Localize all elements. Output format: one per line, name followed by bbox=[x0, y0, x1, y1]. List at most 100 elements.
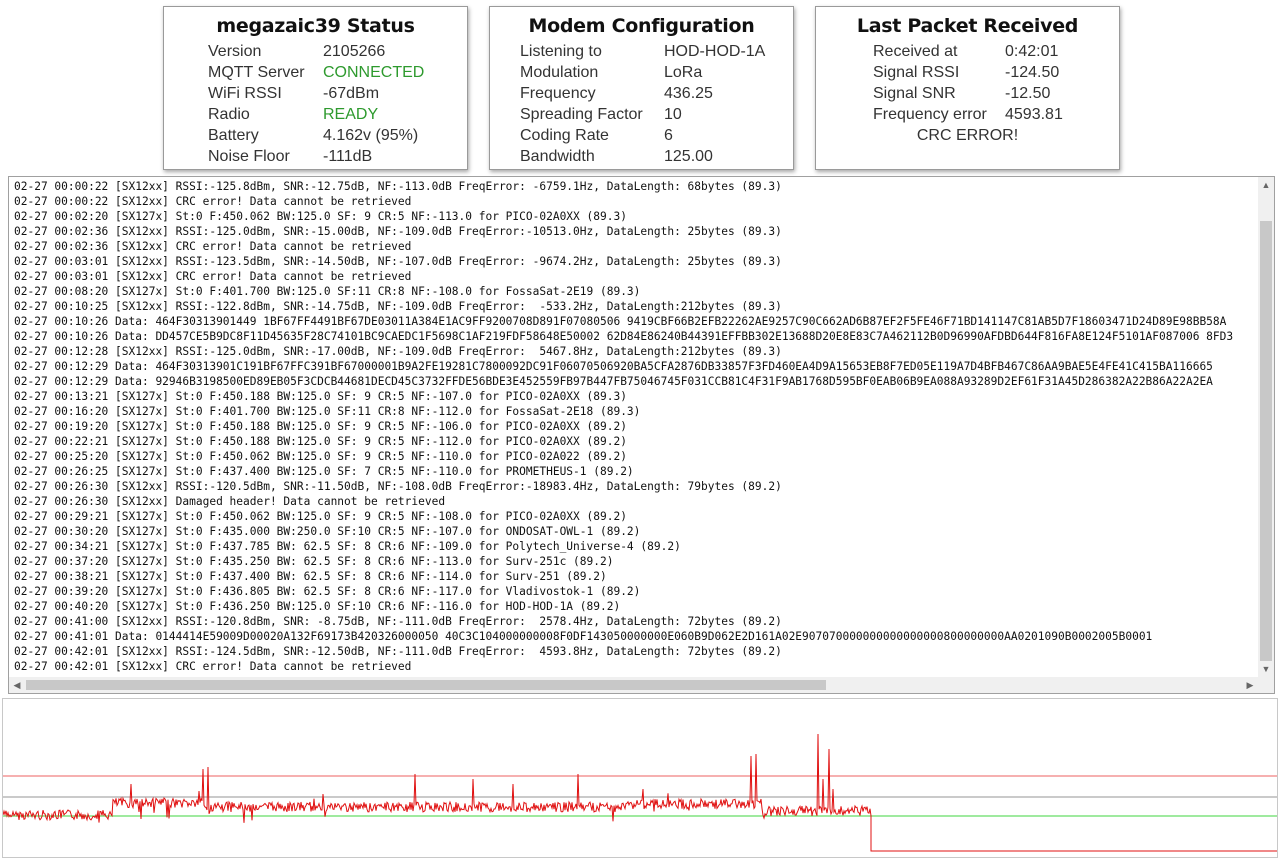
status-row: Noise Floor -111dB bbox=[208, 146, 458, 167]
status-row: Battery 4.162v (95%) bbox=[208, 125, 458, 146]
status-row-label: WiFi RSSI bbox=[208, 85, 282, 102]
station-status-rows: Version 2105266 MQTT Server CONNECTED WiFi R… bbox=[208, 41, 458, 167]
packet-row: Received at 0:42:01 bbox=[873, 41, 1113, 62]
log-line: 02-27 00:03:01 [SX12xx] RSSI:-123.5dBm, … bbox=[14, 255, 782, 268]
packet-row-value: 4593.81 bbox=[1005, 106, 1063, 123]
modem-config-panel: Modem Configuration Listening to HOD-HOD-… bbox=[489, 6, 794, 170]
log-line: 02-27 00:12:28 [SX12xx] RSSI:-125.0dBm, … bbox=[14, 345, 782, 358]
modem-row: Spreading Factor 10 bbox=[520, 104, 790, 125]
last-packet-title: Last Packet Received bbox=[856, 15, 1079, 37]
status-row-label: Radio bbox=[208, 106, 250, 123]
status-row-value: 2105266 bbox=[323, 43, 386, 60]
scroll-down-icon[interactable]: ▼ bbox=[1258, 661, 1274, 677]
log-line: 02-27 00:02:36 [SX12xx] RSSI:-125.0dBm, … bbox=[14, 225, 782, 238]
status-row-value: READY bbox=[323, 106, 379, 123]
horizontal-scroll-thumb[interactable] bbox=[26, 680, 826, 690]
status-row-value: 4.162v (95%) bbox=[323, 127, 419, 144]
log-line: 02-27 00:12:29 Data: 92946B3198500ED89EB… bbox=[14, 375, 1213, 388]
modem-row-value: LoRa bbox=[664, 64, 703, 81]
log-line: 02-27 00:39:20 [SX127x] St:0 F:436.805 B… bbox=[14, 585, 641, 598]
log-line: 02-27 00:00:22 [SX12xx] CRC error! Data … bbox=[14, 195, 412, 208]
station-status-panel: megazaic39 Status Version 2105266 MQTT Ser… bbox=[163, 6, 468, 170]
log-line: 02-27 00:41:00 [SX12xx] RSSI:-120.8dBm, … bbox=[14, 615, 782, 628]
modem-row-label: Modulation bbox=[520, 64, 599, 81]
log-line: 02-27 00:13:21 [SX127x] St:0 F:450.188 B… bbox=[14, 390, 627, 403]
scrollbar-corner bbox=[1258, 677, 1274, 693]
scroll-right-icon[interactable]: ▶ bbox=[1242, 677, 1258, 693]
scroll-left-icon[interactable]: ◀ bbox=[9, 677, 25, 693]
packet-row: Signal SNR -12.50 bbox=[873, 83, 1113, 104]
log-line: 02-27 00:40:20 [SX127x] St:0 F:436.250 B… bbox=[14, 600, 621, 613]
log-line: 02-27 00:25:20 [SX127x] St:0 F:450.062 B… bbox=[14, 450, 627, 463]
station-status-title: megazaic39 Status bbox=[216, 15, 415, 37]
status-row: Radio READY bbox=[208, 104, 458, 125]
log-line: 02-27 00:26:30 [SX12xx] Damaged header! … bbox=[14, 495, 446, 508]
modem-row: Bandwidth 125.00 bbox=[520, 146, 790, 167]
status-row: MQTT Server CONNECTED bbox=[208, 62, 458, 83]
crc-error-note: CRC ERROR! bbox=[916, 127, 1019, 144]
log-line: 02-27 00:37:20 [SX127x] St:0 F:435.250 B… bbox=[14, 555, 614, 568]
status-row-label: Noise Floor bbox=[208, 148, 290, 165]
log-line: 02-27 00:22:21 [SX127x] St:0 F:450.188 B… bbox=[14, 435, 627, 448]
log-line: 02-27 00:42:01 [SX12xx] CRC error! Data … bbox=[14, 660, 412, 673]
packet-row-label: Signal SNR bbox=[873, 85, 956, 102]
horizontal-scrollbar[interactable]: ◀ ▶ bbox=[9, 677, 1258, 693]
log-lines[interactable]: 02-27 00:00:22 [SX12xx] RSSI:-125.8dBm, … bbox=[14, 179, 1257, 677]
packet-row-value: -124.50 bbox=[1005, 64, 1060, 81]
packet-row-label: Frequency error bbox=[873, 106, 987, 123]
modem-row-value: HOD-HOD-1A bbox=[664, 43, 766, 60]
status-row-value: CONNECTED bbox=[323, 64, 425, 81]
status-row-label: Version bbox=[208, 43, 262, 60]
log-line: 02-27 00:26:30 [SX12xx] RSSI:-120.5dBm, … bbox=[14, 480, 782, 493]
log-line: 02-27 00:34:21 [SX127x] St:0 F:437.785 B… bbox=[14, 540, 681, 553]
scroll-up-icon[interactable]: ▲ bbox=[1258, 177, 1274, 193]
modem-config-rows: Listening to HOD-HOD-1A Modulation LoRa Freq… bbox=[520, 41, 790, 167]
packet-row-label: Signal RSSI bbox=[873, 64, 960, 81]
modem-row: Listening to HOD-HOD-1A bbox=[520, 41, 790, 62]
log-line: 02-27 00:26:25 [SX127x] St:0 F:437.400 B… bbox=[14, 465, 634, 478]
status-row-value: -111dB bbox=[323, 148, 373, 165]
log-line: 02-27 00:42:01 [SX12xx] RSSI:-124.5dBm, … bbox=[14, 645, 782, 658]
modem-row: Frequency 436.25 bbox=[520, 83, 790, 104]
modem-row-value: 10 bbox=[664, 106, 682, 123]
log-line: 02-27 00:03:01 [SX12xx] CRC error! Data … bbox=[14, 270, 412, 283]
status-row-label: MQTT Server bbox=[208, 64, 305, 81]
log-line: 02-27 00:00:22 [SX12xx] RSSI:-125.8dBm, … bbox=[14, 180, 782, 193]
vertical-scrollbar[interactable]: ▲ ▼ bbox=[1258, 177, 1274, 677]
log-line: 02-27 00:38:21 [SX127x] St:0 F:437.400 B… bbox=[14, 570, 607, 583]
modem-row-label: Frequency bbox=[520, 85, 596, 102]
packet-row-label: Received at bbox=[873, 43, 958, 60]
log-line: 02-27 00:19:20 [SX127x] St:0 F:450.188 B… bbox=[14, 420, 627, 433]
status-row-value: -67dBm bbox=[323, 85, 380, 102]
signal-trace bbox=[3, 733, 1277, 852]
modem-config-title: Modem Configuration bbox=[528, 15, 755, 37]
status-row-label: Battery bbox=[208, 127, 259, 144]
packet-row: Frequency error 4593.81 bbox=[873, 104, 1113, 125]
last-packet-panel: Last Packet Received Received at 0:42:01 S… bbox=[815, 6, 1120, 170]
log-line: 02-27 00:30:20 [SX127x] St:0 F:435.000 B… bbox=[14, 525, 641, 538]
signal-graph bbox=[2, 698, 1278, 858]
log-line: 02-27 00:41:01 Data: 0144414E59009D00020… bbox=[14, 630, 1153, 643]
modem-row-value: 436.25 bbox=[664, 85, 713, 102]
log-line: 02-27 00:10:25 [SX12xx] RSSI:-122.8dBm, … bbox=[14, 300, 782, 313]
log-line: 02-27 00:10:26 Data: 464F30313901449 1BF… bbox=[14, 315, 1227, 328]
log-line: 02-27 00:16:20 [SX127x] St:0 F:401.700 B… bbox=[14, 405, 641, 418]
log-line: 02-27 00:08:20 [SX127x] St:0 F:401.700 B… bbox=[14, 285, 641, 298]
modem-row: Modulation LoRa bbox=[520, 62, 790, 83]
packet-row-value: 0:42:01 bbox=[1005, 43, 1059, 60]
log-line: 02-27 00:02:20 [SX127x] St:0 F:450.062 B… bbox=[14, 210, 627, 223]
status-row: WiFi RSSI -67dBm bbox=[208, 83, 458, 104]
vertical-scroll-thumb[interactable] bbox=[1260, 221, 1272, 661]
modem-row-label: Spreading Factor bbox=[520, 106, 643, 123]
modem-row: Coding Rate 6 bbox=[520, 125, 790, 146]
packet-row-value: -12.50 bbox=[1005, 85, 1051, 102]
signal-graph-canvas bbox=[3, 733, 1277, 852]
modem-row-label: Listening to bbox=[520, 43, 602, 60]
log-line: 02-27 00:02:36 [SX12xx] CRC error! Data … bbox=[14, 240, 412, 253]
modem-row-value: 6 bbox=[664, 127, 673, 144]
packet-row: Signal RSSI -124.50 bbox=[873, 62, 1113, 83]
modem-row-label: Coding Rate bbox=[520, 127, 609, 144]
modem-row-label: Bandwidth bbox=[520, 148, 595, 165]
serial-log[interactable]: 02-27 00:00:22 [SX12xx] RSSI:-125.8dBm, … bbox=[8, 176, 1275, 694]
status-row: Version 2105266 bbox=[208, 41, 458, 62]
